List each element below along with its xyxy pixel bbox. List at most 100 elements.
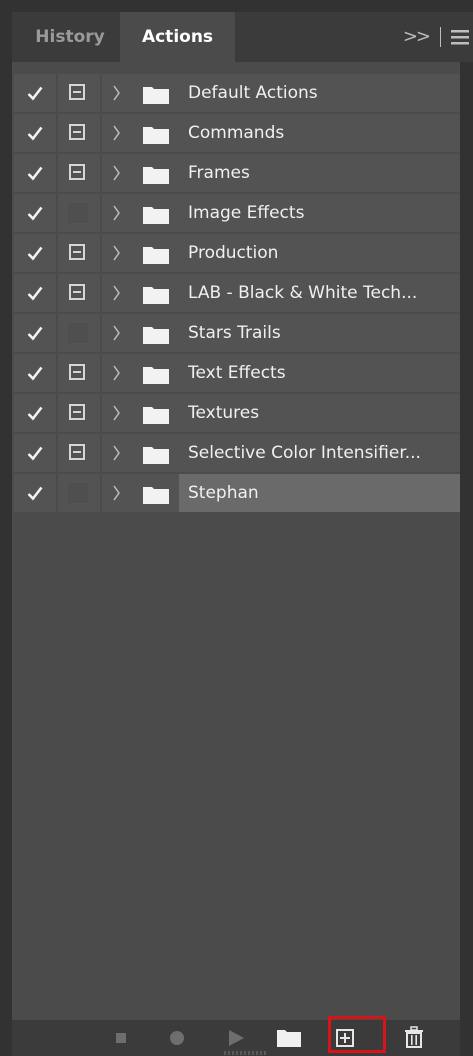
action-set-name-cell[interactable]: Text Effects [179,354,460,392]
trash-icon[interactable] [401,1024,427,1050]
action-set-name: Stephan [188,483,259,503]
dialog-toggle-icon [69,364,85,380]
folder-icon [143,127,169,144]
action-set-name-cell[interactable]: Default Actions [179,74,460,112]
resize-grip[interactable] [224,1051,268,1055]
checkmark-icon [27,326,43,341]
action-set-main[interactable]: Selective Color Intensifier... [102,434,460,472]
action-set-row[interactable]: Image Effects [14,194,460,232]
action-set-row[interactable]: LAB - Black & White Tech... [14,274,460,312]
action-set-row[interactable]: Textures [14,394,460,432]
toggle-item-cell[interactable] [14,434,56,472]
action-set-main[interactable]: Default Actions [102,74,460,112]
checkmark-icon [27,366,43,381]
chevron-right-icon[interactable] [112,323,122,343]
toggle-dialog-cell[interactable] [58,154,100,192]
action-set-main[interactable]: Text Effects [102,354,460,392]
folder-icon [143,207,169,224]
folder-icon [143,247,169,264]
toggle-item-cell[interactable] [14,74,56,112]
dialog-toggle-icon [69,444,85,460]
toggle-item-cell[interactable] [14,114,56,152]
toggle-dialog-cell[interactable] [58,354,100,392]
toggle-item-cell[interactable] [14,194,56,232]
toggle-item-cell[interactable] [14,274,56,312]
folder-icon [143,167,169,184]
tab-history[interactable]: History [20,12,120,62]
stop-icon[interactable] [108,1024,134,1050]
chevron-right-icon[interactable] [112,203,122,223]
action-set-name-cell[interactable]: Stars Trails [179,314,460,352]
toggle-dialog-cell[interactable] [58,474,100,512]
action-set-name: Default Actions [188,83,318,103]
action-set-name-cell[interactable]: Frames [179,154,460,192]
toggle-dialog-cell[interactable] [58,394,100,432]
action-set-main[interactable]: Image Effects [102,194,460,232]
action-set-name-cell[interactable]: Stephan [179,474,460,512]
chevron-right-icon[interactable] [112,483,122,503]
dialog-toggle-icon [69,164,85,180]
toggle-item-cell[interactable] [14,234,56,272]
chevron-right-icon[interactable] [112,243,122,263]
toggle-dialog-cell[interactable] [58,234,100,272]
new-set-folder-icon[interactable] [276,1024,302,1050]
chevron-right-icon[interactable] [112,283,122,303]
toggle-dialog-cell[interactable] [58,74,100,112]
action-set-name-cell[interactable]: LAB - Black & White Tech... [179,274,460,312]
action-set-name-cell[interactable]: Production [179,234,460,272]
toggle-item-cell[interactable] [14,314,56,352]
checkmark-icon [27,206,43,221]
hamburger-menu-icon[interactable] [451,12,469,62]
action-set-main[interactable]: Commands [102,114,460,152]
toggle-item-cell[interactable] [14,394,56,432]
chevron-right-icon[interactable] [112,123,122,143]
record-icon[interactable] [164,1024,190,1050]
toggle-item-cell[interactable] [14,474,56,512]
action-set-name-cell[interactable]: Commands [179,114,460,152]
toggle-dialog-cell[interactable] [58,434,100,472]
chevron-right-icon[interactable] [112,83,122,103]
play-icon[interactable] [222,1024,248,1050]
tab-actions[interactable]: Actions [120,12,235,64]
action-set-main[interactable]: LAB - Black & White Tech... [102,274,460,312]
action-set-main[interactable]: Frames [102,154,460,192]
action-set-name-cell[interactable]: Image Effects [179,194,460,232]
actions-list-area: Default Actions Commands Frames Image Effec… [12,62,460,1020]
chevron-right-icon[interactable] [112,443,122,463]
action-set-row[interactable]: Frames [14,154,460,192]
checkmark-icon [27,486,43,501]
action-set-row[interactable]: Default Actions [14,74,460,112]
chevron-right-icon[interactable] [112,403,122,423]
action-set-main[interactable]: Stars Trails [102,314,460,352]
action-set-name: Production [188,243,279,263]
action-set-row[interactable]: Production [14,234,460,272]
chevron-right-icon[interactable] [112,363,122,383]
toggle-item-cell[interactable] [14,354,56,392]
toggle-dialog-cell[interactable] [58,194,100,232]
toggle-dialog-cell[interactable] [58,274,100,312]
action-set-name-cell[interactable]: Selective Color Intensifier... [179,434,460,472]
action-set-name-cell[interactable]: Textures [179,394,460,432]
action-set-main[interactable]: Stephan [102,474,460,512]
new-action-icon[interactable] [332,1024,358,1050]
checkmark-icon [27,86,43,101]
toggle-dialog-cell[interactable] [58,114,100,152]
panel-tab-bar: History Actions >> [12,12,473,64]
toggle-dialog-cell[interactable] [58,314,100,352]
toggle-item-cell[interactable] [14,154,56,192]
action-set-row[interactable]: Commands [14,114,460,152]
action-set-main[interactable]: Textures [102,394,460,432]
action-set-name: Frames [188,163,250,183]
action-set-row[interactable]: Stephan [14,474,460,512]
action-set-main[interactable]: Production [102,234,460,272]
action-set-row[interactable]: Stars Trails [14,314,460,352]
checkmark-icon [27,246,43,261]
action-set-row[interactable]: Selective Color Intensifier... [14,434,460,472]
actions-list: Default Actions Commands Frames Image Effec… [14,74,460,514]
checkmark-icon [27,446,43,461]
chevron-right-icon[interactable] [112,163,122,183]
action-set-row[interactable]: Text Effects [14,354,460,392]
collapse-panel-button[interactable]: >> [403,12,431,62]
checkmark-icon [27,166,43,181]
folder-icon [143,287,169,304]
